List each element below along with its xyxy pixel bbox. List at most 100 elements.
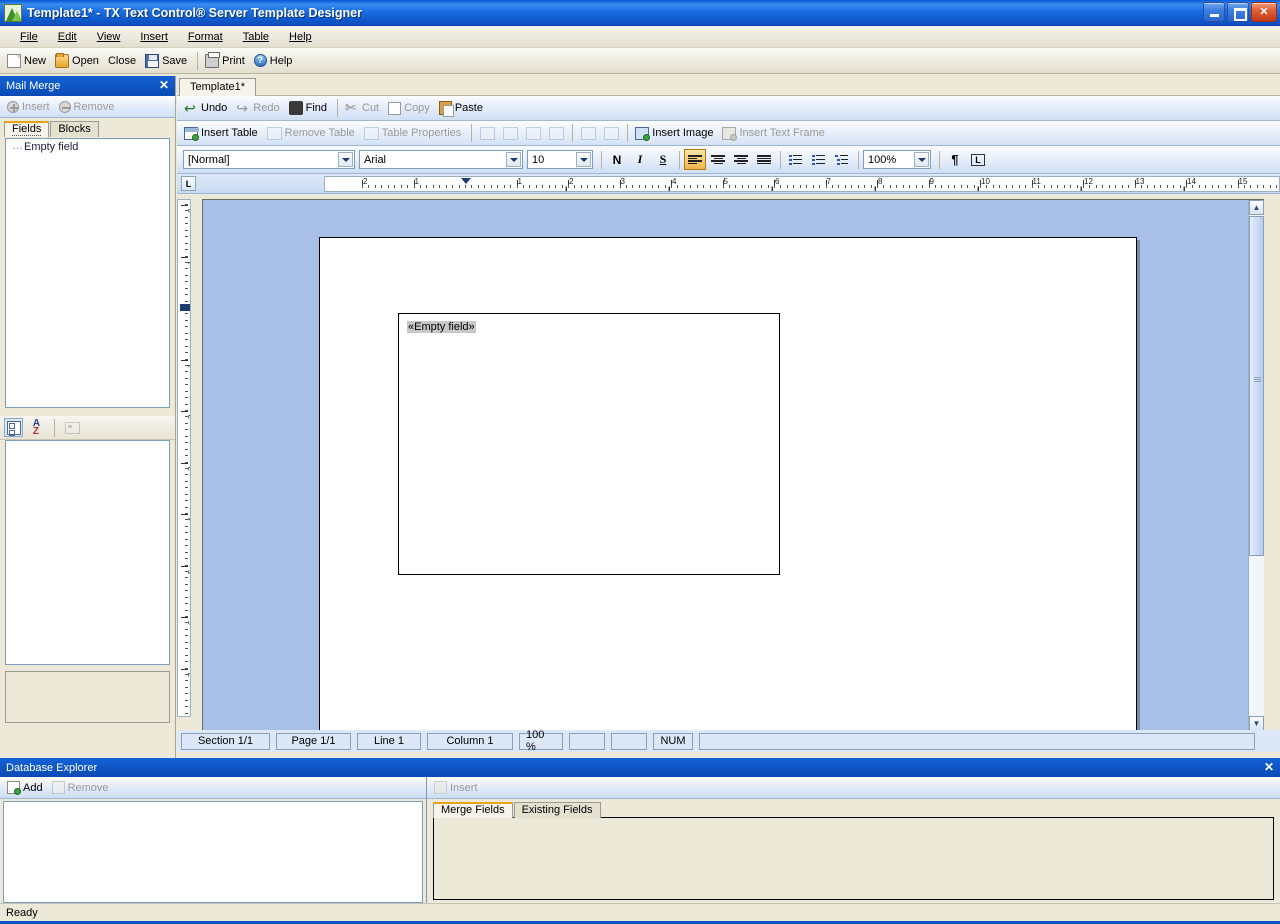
menu-item-edit[interactable]: Edit bbox=[48, 29, 87, 45]
insert-image-button[interactable]: Insert Image bbox=[632, 125, 719, 142]
merge-cells-button[interactable] bbox=[577, 123, 599, 144]
scroll-down-button[interactable]: ▼ bbox=[1249, 716, 1264, 730]
paste-button[interactable]: Paste bbox=[436, 99, 489, 117]
underline-button[interactable]: S bbox=[652, 149, 674, 170]
ruler-minor-tick bbox=[948, 185, 949, 188]
font-name-combo[interactable]: Arial bbox=[359, 150, 523, 169]
bold-button[interactable]: N bbox=[606, 149, 628, 170]
help-button[interactable]: Help bbox=[251, 52, 299, 69]
chevron-down-icon[interactable] bbox=[914, 152, 929, 167]
mm-insert-button[interactable]: Insert bbox=[4, 99, 56, 115]
ruler-tab-stop[interactable]: L bbox=[1183, 185, 1189, 192]
add-database-button[interactable]: Add bbox=[4, 779, 49, 796]
ruler-minor-tick bbox=[632, 185, 633, 188]
align-justify-button[interactable] bbox=[753, 149, 775, 170]
page-view-button[interactable]: L bbox=[967, 149, 989, 170]
italic-button[interactable]: I bbox=[629, 149, 651, 170]
mm-remove-button[interactable]: Remove bbox=[56, 99, 121, 115]
align-right-button[interactable] bbox=[730, 149, 752, 170]
copy-button[interactable]: Copy bbox=[385, 100, 436, 117]
ruler-minor-tick bbox=[787, 185, 788, 188]
cut-button[interactable]: ✄ Cut bbox=[342, 99, 385, 117]
ruler-tab-stop[interactable]: L bbox=[771, 185, 777, 192]
tab-blocks[interactable]: Blocks bbox=[50, 121, 98, 137]
find-button[interactable]: Find bbox=[286, 99, 333, 117]
delete-row-button[interactable] bbox=[522, 123, 544, 144]
align-left-button[interactable] bbox=[684, 149, 706, 170]
align-center-button[interactable] bbox=[707, 149, 729, 170]
close-button[interactable]: ✕ bbox=[1251, 2, 1277, 22]
show-marks-button[interactable]: ¶ bbox=[944, 149, 966, 170]
merge-fields-list[interactable] bbox=[433, 817, 1274, 900]
menu-item-view[interactable]: View bbox=[87, 29, 131, 45]
fields-tree[interactable]: Empty field bbox=[5, 138, 170, 408]
property-pages-button[interactable] bbox=[63, 418, 82, 437]
new-button[interactable]: New bbox=[4, 52, 52, 70]
remove-table-button[interactable]: Remove Table bbox=[264, 125, 361, 142]
minimize-button[interactable] bbox=[1203, 2, 1225, 22]
menu-item-file[interactable]: File bbox=[10, 29, 48, 45]
ruler-tab-stop[interactable]: L bbox=[565, 185, 571, 192]
scroll-up-button[interactable]: ▲ bbox=[1249, 200, 1264, 215]
chevron-down-icon[interactable] bbox=[506, 152, 521, 167]
alphabetical-sort-icon: AZ bbox=[33, 420, 40, 436]
text-frame[interactable]: «Empty field» bbox=[398, 313, 780, 575]
categorized-view-button[interactable] bbox=[4, 418, 23, 437]
open-button[interactable]: Open bbox=[52, 52, 105, 70]
alphabetical-sort-button[interactable]: AZ bbox=[27, 418, 46, 437]
ruler-tab-stop[interactable]: L bbox=[977, 185, 983, 192]
remove-database-button[interactable]: Remove bbox=[49, 779, 115, 796]
database-list[interactable] bbox=[3, 801, 423, 903]
tree-item-empty-field[interactable]: Empty field bbox=[6, 139, 169, 153]
insert-field-button[interactable]: Insert bbox=[431, 779, 484, 796]
app-icon bbox=[4, 4, 22, 22]
menu-item-help[interactable]: Help bbox=[279, 29, 322, 45]
scroll-thumb[interactable] bbox=[1249, 216, 1264, 556]
ruler-tab-stop[interactable]: L bbox=[668, 185, 674, 192]
insert-text-frame-button[interactable]: Insert Text Frame bbox=[719, 125, 830, 142]
insert-row-button[interactable] bbox=[476, 123, 498, 144]
mail-merge-close-icon[interactable]: ✕ bbox=[159, 78, 169, 92]
vruler-margin-marker[interactable] bbox=[180, 304, 190, 311]
menu-item-format[interactable]: Format bbox=[178, 29, 233, 45]
document-canvas[interactable]: «Empty field» ▲ ▼ bbox=[202, 199, 1264, 730]
split-cells-button[interactable] bbox=[600, 123, 622, 144]
vertical-scrollbar[interactable]: ▲ ▼ bbox=[1248, 200, 1264, 730]
table-properties-button[interactable]: Table Properties bbox=[361, 125, 468, 142]
redo-button[interactable]: ↪ Redo bbox=[233, 99, 285, 117]
save-button[interactable]: Save bbox=[142, 52, 193, 70]
tab-fields[interactable]: Fields bbox=[4, 121, 49, 137]
zoom-combo[interactable]: 100% bbox=[863, 150, 931, 169]
ruler-scale[interactable]: 2112345678910111213141516171819LLLLLLLL bbox=[324, 176, 1280, 192]
status-text: Ready bbox=[6, 907, 38, 919]
undo-button[interactable]: ↩ Undo bbox=[181, 99, 233, 117]
insert-table-button[interactable]: Insert Table bbox=[181, 125, 264, 142]
print-button[interactable]: Print bbox=[202, 52, 251, 70]
menu-item-insert[interactable]: Insert bbox=[130, 29, 178, 45]
property-grid[interactable] bbox=[5, 440, 170, 665]
close-document-button[interactable]: Close bbox=[105, 53, 142, 69]
document-page[interactable]: «Empty field» bbox=[319, 237, 1137, 730]
paragraph-style-combo[interactable]: [Normal] bbox=[183, 150, 355, 169]
database-explorer-close-icon[interactable]: ✕ bbox=[1264, 760, 1274, 774]
maximize-button[interactable] bbox=[1227, 2, 1249, 22]
menu-item-table[interactable]: Table bbox=[233, 29, 279, 45]
insert-column-button[interactable] bbox=[499, 123, 521, 144]
merge-field[interactable]: «Empty field» bbox=[407, 321, 476, 333]
horizontal-ruler[interactable]: L 2112345678910111213141516171819LLLLLLL… bbox=[177, 174, 1280, 194]
bullet-list-button[interactable] bbox=[785, 149, 807, 170]
numbered-list-button[interactable] bbox=[808, 149, 830, 170]
ruler-tab-stop[interactable]: L bbox=[1080, 185, 1086, 192]
font-size-combo[interactable]: 10 bbox=[527, 150, 593, 169]
vertical-ruler[interactable]: 2112345678910 bbox=[177, 199, 191, 717]
chevron-down-icon[interactable] bbox=[338, 152, 353, 167]
chevron-down-icon[interactable] bbox=[576, 152, 591, 167]
delete-column-button[interactable] bbox=[545, 123, 567, 144]
document-tab-template1[interactable]: Template1* bbox=[179, 78, 256, 96]
multilevel-list-button[interactable] bbox=[831, 149, 853, 170]
ruler-tab-stop[interactable]: L bbox=[874, 185, 880, 192]
tab-existing-fields[interactable]: Existing Fields bbox=[514, 802, 601, 818]
tab-stop-button[interactable]: L bbox=[181, 176, 196, 191]
tab-merge-fields[interactable]: Merge Fields bbox=[433, 802, 513, 818]
first-line-indent-marker[interactable] bbox=[461, 178, 471, 184]
